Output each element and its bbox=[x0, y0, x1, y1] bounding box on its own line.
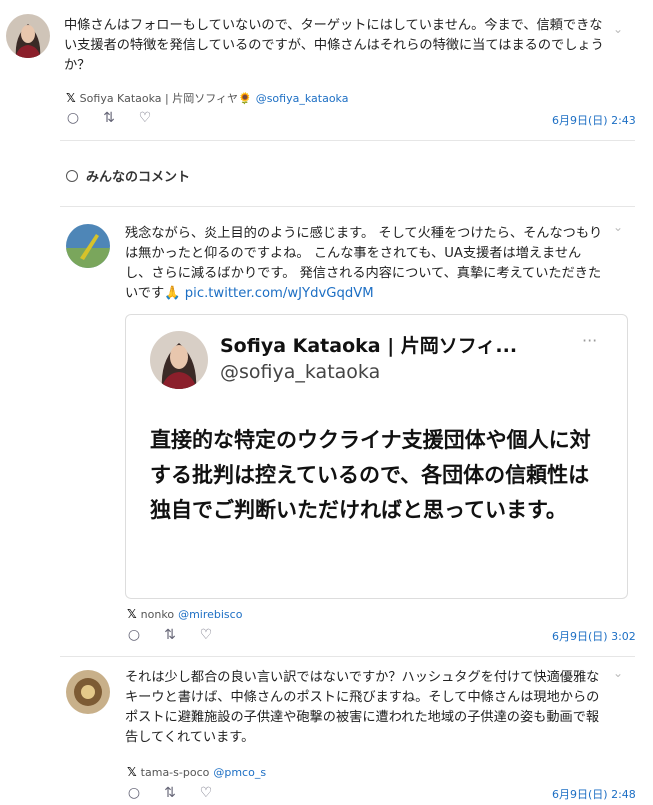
author-name: Sofiya Kataoka | 片岡ソフィヤ🌻 bbox=[79, 92, 252, 105]
x-logo-icon: 𝕏 bbox=[127, 607, 137, 621]
tweet-actions: ○ ⇅ ♡ bbox=[127, 627, 213, 643]
avatar[interactable] bbox=[66, 224, 110, 268]
x-logo-icon: 𝕏 bbox=[127, 765, 137, 779]
heart-icon[interactable]: ♡ bbox=[138, 110, 152, 126]
embedded-image[interactable]: Sofiya Kataoka | 片岡ソフィ... ··· @sofiya_ka… bbox=[125, 314, 628, 599]
author-handle[interactable]: @mirebisco bbox=[178, 608, 242, 621]
tweet-actions: ○ ⇅ ♡ bbox=[66, 110, 152, 126]
author-name: nonko bbox=[140, 607, 175, 621]
retweet-icon[interactable]: ⇅ bbox=[102, 110, 116, 126]
search-icon bbox=[66, 169, 78, 182]
tweet-actions: ○ ⇅ ♡ bbox=[127, 785, 213, 801]
media-link[interactable]: pic.twitter.com/wJYdvGqdVM bbox=[185, 286, 374, 301]
tweet-author[interactable]: 𝕏 Sofiya Kataoka | 片岡ソフィヤ🌻 @sofiya_katao… bbox=[66, 90, 348, 106]
timestamp[interactable]: 6月9日(日) 3:02 bbox=[552, 628, 636, 644]
tweet-text: 残念ながら、炎上目的のように感じます。 そして火種をつけたら、そんなつもりは無か… bbox=[125, 224, 605, 304]
divider bbox=[60, 140, 635, 141]
heart-icon[interactable]: ♡ bbox=[199, 627, 213, 643]
author-name: tama-s-poco bbox=[140, 765, 210, 779]
tweet-author[interactable]: 𝕏 nonko @mirebisco bbox=[127, 607, 242, 621]
reply-icon[interactable]: ○ bbox=[127, 627, 141, 643]
embed-avatar bbox=[150, 331, 208, 389]
tweet-text: 中條さんはフォローもしていないので、ターゲットにはしていません。今まで、信頼でき… bbox=[64, 18, 604, 73]
section-title: みんなのコメント bbox=[86, 170, 191, 185]
chevron-down-icon[interactable]: ⌄ bbox=[613, 666, 623, 680]
reply-icon[interactable]: ○ bbox=[127, 785, 141, 801]
author-handle[interactable]: @sofiya_kataoka bbox=[256, 92, 349, 105]
timestamp[interactable]: 6月9日(日) 2:43 bbox=[552, 112, 636, 128]
embed-author-handle: @sofiya_kataoka bbox=[220, 361, 381, 383]
heart-icon[interactable]: ♡ bbox=[199, 785, 213, 801]
avatar[interactable] bbox=[66, 670, 110, 714]
chevron-down-icon[interactable]: ⌄ bbox=[613, 22, 623, 36]
tweet-author[interactable]: 𝕏 tama-s-poco @pmco_s bbox=[127, 765, 266, 779]
reply-icon[interactable]: ○ bbox=[66, 110, 80, 126]
divider bbox=[60, 206, 635, 207]
retweet-icon[interactable]: ⇅ bbox=[163, 627, 177, 643]
x-logo-icon: 𝕏 bbox=[66, 91, 76, 105]
avatar[interactable] bbox=[6, 14, 50, 58]
embed-author-name: Sofiya Kataoka | 片岡ソフィ... bbox=[220, 335, 518, 357]
divider bbox=[60, 656, 635, 657]
author-handle[interactable]: @pmco_s bbox=[213, 766, 266, 779]
retweet-icon[interactable]: ⇅ bbox=[163, 785, 177, 801]
tweet-text: それは少し都合の良い言い訳ではないですか？ハッシュタグを付けて快適優雅なキーウと… bbox=[125, 670, 600, 745]
chevron-down-icon[interactable]: ⌄ bbox=[613, 220, 623, 234]
embed-more-icon: ··· bbox=[582, 331, 598, 350]
section-header: みんなのコメント bbox=[66, 166, 190, 185]
embed-body: 直接的な特定のウクライナ支援団体や個人に対する批判は控えているので、各団体の信頼… bbox=[150, 428, 591, 522]
timestamp[interactable]: 6月9日(日) 2:48 bbox=[552, 786, 636, 802]
